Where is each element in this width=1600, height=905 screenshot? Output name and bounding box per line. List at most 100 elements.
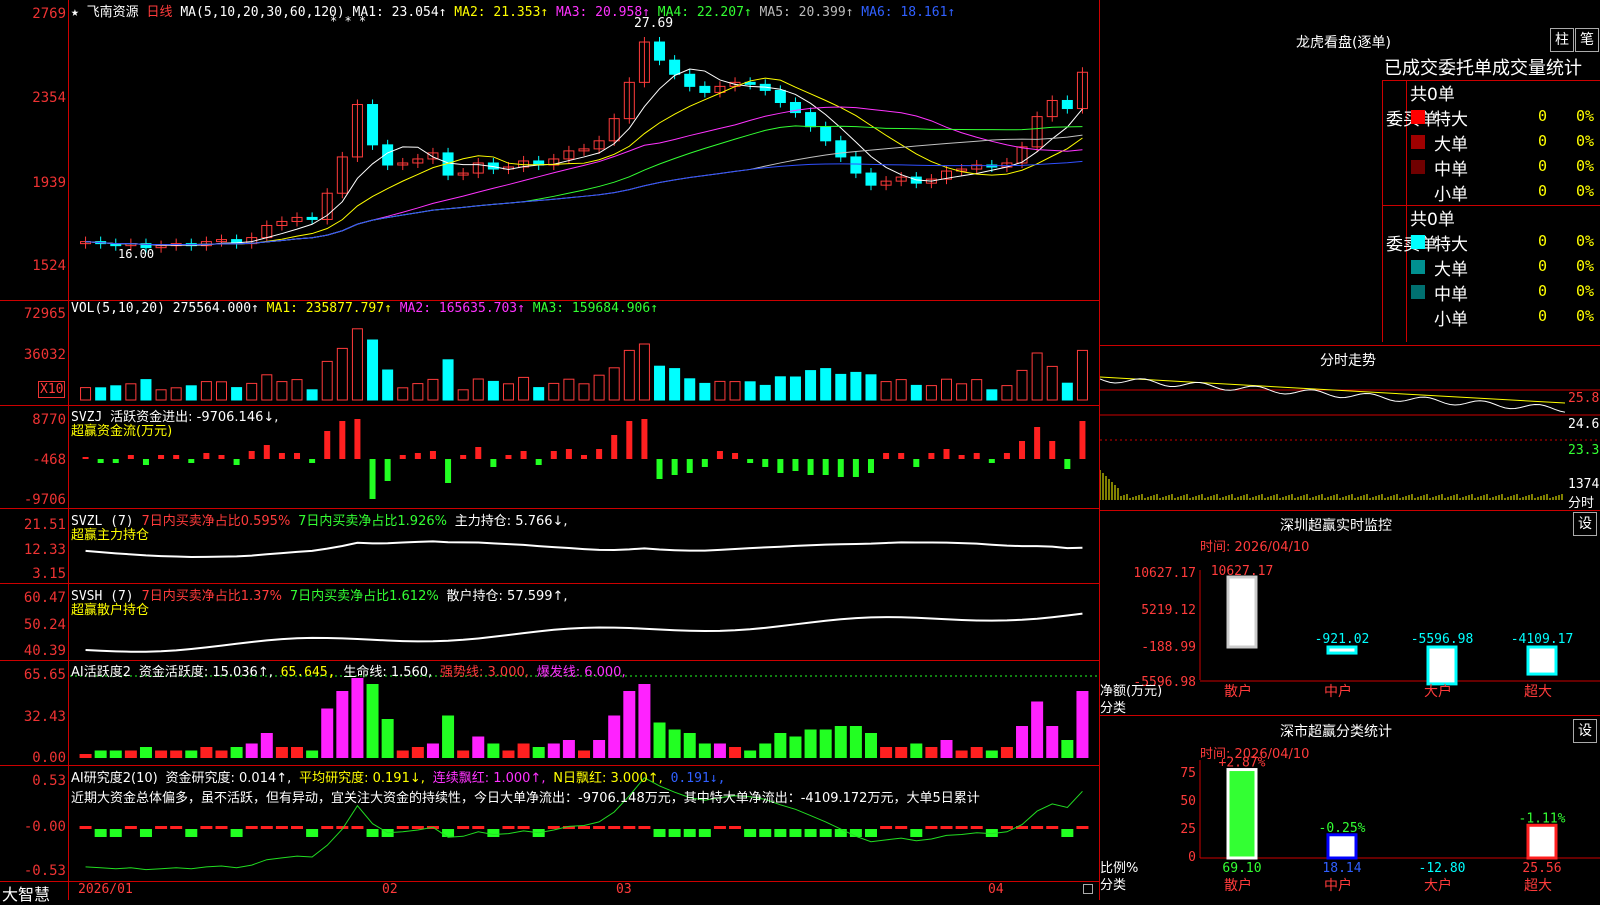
activity-bar	[1076, 691, 1089, 758]
volume-bar	[397, 387, 409, 401]
flow-bar	[883, 453, 890, 459]
svsh-t3: 散户持仓: 57.599↑,	[446, 589, 568, 604]
activity-bar	[774, 733, 787, 758]
count-value: 0	[1538, 307, 1548, 325]
lhb-tabs[interactable]: 已成交委托单成交量统计	[1384, 54, 1582, 80]
activity-bar	[487, 743, 500, 758]
activity-bar	[623, 691, 636, 758]
flow-bar	[641, 419, 648, 459]
lock-icon[interactable]	[1083, 884, 1093, 894]
ai2-summary: 近期大资金总体偏多，虽不活跃，但有异动，宜关注大资金的持续性，今日大单净流出：-…	[71, 791, 980, 806]
flow-bar	[973, 453, 980, 459]
high-price-mark: 27.69	[634, 16, 674, 31]
activity-bar	[698, 743, 711, 758]
ai1-tick: 65.65	[23, 667, 66, 683]
volume-bar	[246, 382, 258, 401]
activity-bar	[593, 740, 606, 758]
flow-bar	[1034, 427, 1041, 459]
research-bar	[124, 826, 137, 829]
ai2-title: AI研究度2(10)	[71, 771, 158, 786]
ai2-t5: 0.191↓,	[670, 771, 726, 786]
research-bar	[94, 829, 107, 837]
research-bar	[880, 826, 893, 829]
favorite-star-icon[interactable]: ★	[71, 5, 79, 20]
flow-bar	[898, 453, 905, 459]
candle	[699, 85, 711, 93]
activity-bar	[94, 750, 107, 758]
net-value: -5596.98	[1411, 632, 1474, 647]
panel-divider	[1100, 345, 1600, 346]
ma6-value: MA6: 18.161↑	[861, 5, 956, 20]
flow-bar	[913, 459, 920, 467]
svsh-t2: 7日内买卖净占比1.612%	[289, 589, 439, 604]
activity-bar	[260, 733, 273, 758]
szmon-title: 深圳超赢实时监控	[1280, 518, 1392, 534]
flow-bar	[475, 447, 482, 459]
count-value: 0	[1538, 182, 1548, 200]
activity-bar	[970, 747, 983, 758]
volume-bar	[941, 378, 953, 401]
activity-bar	[200, 747, 213, 758]
ai1-t2: 65.645,	[280, 665, 336, 680]
research-bar	[819, 829, 832, 837]
vol-title: VOL(5,10,20)	[71, 301, 165, 316]
ai2-t1: 资金研究度: 0.014↑,	[165, 771, 292, 786]
flow-bar	[460, 455, 467, 459]
activity-bar	[442, 715, 455, 758]
size-label: 特大	[1434, 235, 1468, 255]
activity-bar	[608, 715, 621, 758]
research-bar	[744, 829, 757, 837]
volume-bar	[215, 381, 227, 401]
flow-bar	[520, 451, 527, 459]
ai2-t4: N日飘红: 3.000↑,	[553, 771, 663, 786]
volume-bar	[533, 387, 545, 401]
kline-chart[interactable]	[0, 0, 1100, 900]
flow-bar	[701, 459, 708, 467]
activity-bar	[910, 743, 923, 758]
ratio-value: 25.56	[1522, 861, 1561, 876]
sell-side-label: 委卖单	[1386, 235, 1437, 255]
volume-bar	[774, 376, 786, 401]
activity-bar	[502, 750, 515, 758]
ma-line	[85, 77, 1083, 246]
size-label: 特大	[1434, 110, 1468, 130]
count-value: 0	[1538, 282, 1548, 300]
volume-bar	[820, 368, 832, 401]
flow-bar	[747, 459, 754, 463]
category-label: 散户	[1224, 683, 1252, 700]
net-bar	[1226, 575, 1258, 649]
date-tick: 02	[382, 882, 398, 897]
flow-bar	[490, 459, 497, 467]
net-bar	[1426, 645, 1458, 686]
svzj-subtitle: 超赢资金流(万元)	[71, 424, 173, 439]
research-bar	[502, 826, 515, 829]
volume-bar	[1031, 352, 1043, 401]
bar-view-button[interactable]: 柱	[1550, 28, 1574, 52]
fenshi-tick: 24.60	[1568, 417, 1600, 432]
research-bar	[230, 829, 243, 837]
svzl-tick: 3.15	[32, 566, 66, 582]
date-tick: 04	[988, 882, 1004, 897]
volume-bar	[865, 374, 877, 401]
ai1-tick: 32.43	[23, 709, 66, 725]
size-label: 大单	[1434, 135, 1468, 155]
volume-bar	[850, 371, 862, 401]
fenshi-chart[interactable]	[1100, 365, 1600, 515]
flow-bar	[732, 453, 739, 459]
ai1-tick: 0.00	[32, 750, 66, 766]
period-label[interactable]: 日线	[147, 5, 173, 20]
tick-view-button[interactable]: 笔	[1575, 28, 1599, 52]
activity-bar	[713, 743, 726, 758]
ma-title: MA(5,10,20,30,60,120)	[180, 5, 345, 20]
ai1-t4: 强势线: 3.000,	[440, 665, 529, 680]
volume-bar	[412, 383, 424, 401]
research-bar	[653, 829, 666, 837]
activity-bar	[955, 750, 968, 758]
volume-bar	[805, 370, 817, 401]
flow-bar	[762, 459, 769, 467]
szmon-settings-button[interactable]: 设	[1573, 512, 1597, 536]
activity-bar	[819, 729, 832, 758]
ai1-legend: AI活跃度2 资金活跃度: 15.036↑, 65.645, 生命线: 1.56…	[71, 661, 626, 680]
volume-bar	[729, 381, 741, 401]
research-bar	[139, 829, 152, 837]
